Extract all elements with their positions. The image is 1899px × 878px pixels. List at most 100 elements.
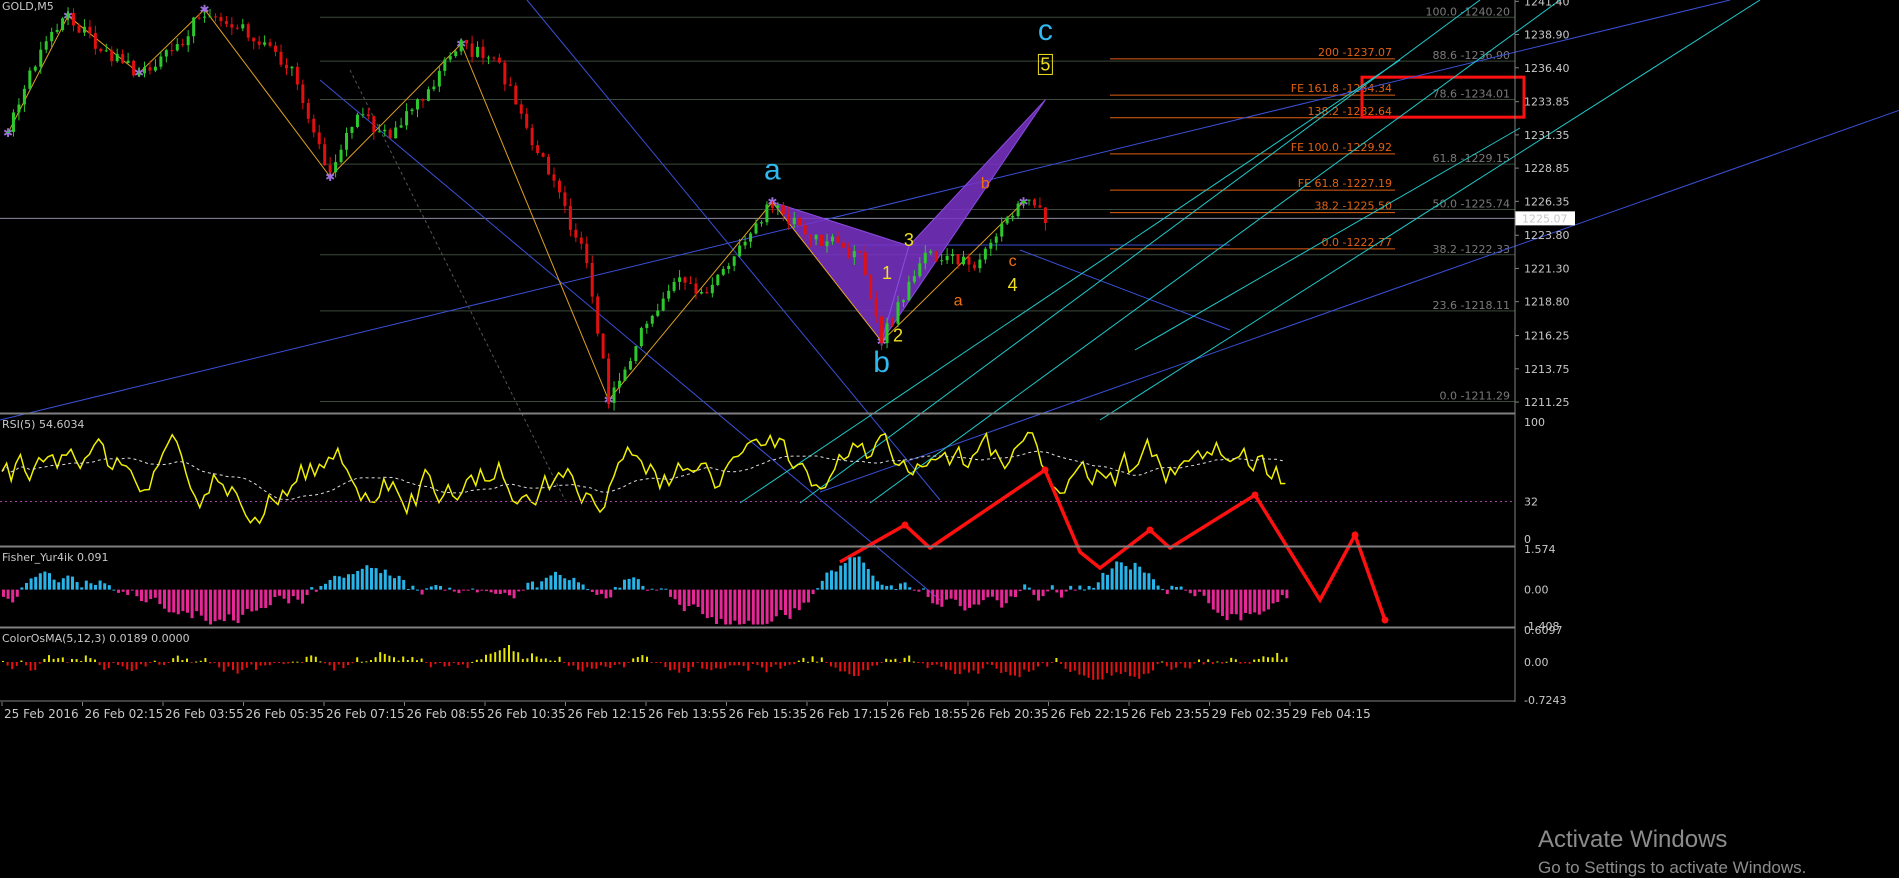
osma-bar [282, 661, 285, 665]
osma-bar [880, 661, 883, 663]
fisher-bar [567, 580, 571, 590]
candle-body [328, 165, 332, 173]
candle-body [972, 264, 976, 269]
osma-bar [439, 661, 441, 663]
osma-bar [57, 658, 60, 662]
fisher-bar [779, 589, 783, 611]
candle-body [1016, 203, 1020, 217]
osma-bar [475, 659, 478, 662]
fisher-bar [972, 589, 976, 605]
osma-bar [107, 661, 110, 669]
fisher-bar [696, 589, 700, 607]
candle-body [197, 17, 201, 19]
osma-bar [774, 661, 777, 665]
osma-bar [577, 661, 579, 670]
time-tick-label: 26 Feb 07:15 [326, 707, 405, 721]
fisher-bar [1101, 572, 1105, 590]
osma-bar [1156, 661, 1159, 665]
fisher-bar [333, 575, 337, 590]
fisher-bar [416, 589, 419, 591]
wave-label-yellow: 4 [1008, 275, 1018, 295]
osma-bar [991, 661, 993, 665]
osma-bar [595, 661, 598, 669]
osma-bar [788, 661, 791, 665]
fisher-bar [636, 579, 640, 590]
osma-bar [117, 661, 119, 665]
fisher-bar [167, 589, 171, 613]
fisher-bar [756, 589, 760, 625]
fisher-bar [301, 589, 304, 604]
osma-bar [627, 661, 630, 663]
fisher-bar [986, 589, 990, 598]
candle-body [896, 302, 900, 324]
osma-bar [140, 661, 142, 665]
candle-body [590, 262, 594, 297]
candle-body [841, 242, 845, 248]
candle-body [77, 25, 81, 33]
osma-bar [337, 661, 340, 665]
candle-body [230, 24, 234, 28]
osma-bar [899, 661, 901, 663]
fisher-bar [29, 578, 33, 590]
osma-bar [259, 661, 262, 666]
candle-body [372, 116, 376, 133]
candle-body [1011, 216, 1015, 218]
osma-bar [61, 657, 64, 662]
time-tick-label: 29 Feb 02:35 [1212, 707, 1291, 721]
osma-bar [204, 658, 207, 662]
osma-bar [328, 661, 331, 666]
candle-body [50, 31, 54, 42]
fib-level-label: 78.6 -1234.01 [1433, 88, 1510, 101]
price-tick-label: 1238.90 [1524, 29, 1570, 42]
fisher-bar [222, 589, 226, 622]
candle-body [481, 46, 485, 59]
osma-bar [1023, 661, 1026, 670]
fisher-bar [1165, 589, 1169, 594]
candle-body [164, 50, 168, 57]
candle-body [235, 27, 239, 29]
candle-body [541, 153, 545, 157]
fisher-bar [11, 589, 15, 603]
fisher-bar [195, 589, 199, 612]
osma-bar [310, 655, 313, 662]
fisher-bar [227, 589, 231, 615]
fisher-bar [480, 589, 484, 591]
candle-body [754, 223, 758, 234]
candle-body [295, 66, 299, 85]
time-tick-label: 26 Feb 10:35 [487, 707, 566, 721]
fisher-bar [512, 589, 516, 599]
osma-bar [6, 661, 9, 666]
candle-body [628, 361, 632, 370]
candle-body [121, 53, 125, 64]
candle-body [410, 109, 414, 112]
candle-body [137, 73, 141, 76]
candle-body [934, 251, 938, 262]
osma-bar [393, 657, 395, 662]
osma-bar [1257, 658, 1260, 662]
candle-body [689, 282, 692, 284]
osma-bar [954, 661, 957, 675]
fisher-bar [103, 583, 107, 590]
fisher-bar [770, 589, 774, 622]
fisher-bar [1202, 589, 1206, 596]
osma-bar [1014, 661, 1016, 676]
osma-bar [1073, 661, 1076, 671]
osma-bar [742, 661, 745, 667]
fisher-bar [181, 589, 185, 612]
candle-body [241, 24, 245, 29]
osma-bar [968, 661, 970, 673]
fisher-bar [34, 576, 38, 590]
fisher-bar [1073, 589, 1077, 591]
fisher-bar [922, 588, 925, 590]
osma-bar [324, 661, 326, 664]
fisher-bar [255, 589, 258, 611]
osma-bar [894, 658, 897, 662]
osma-bar [1234, 659, 1237, 662]
fisher-bar [121, 589, 125, 592]
fisher-bar [89, 583, 93, 590]
fisher-bar [374, 568, 378, 590]
fisher-bar [531, 581, 534, 590]
fisher-bar [268, 589, 272, 606]
candle-body [716, 274, 720, 285]
fisher-bar [811, 589, 815, 595]
